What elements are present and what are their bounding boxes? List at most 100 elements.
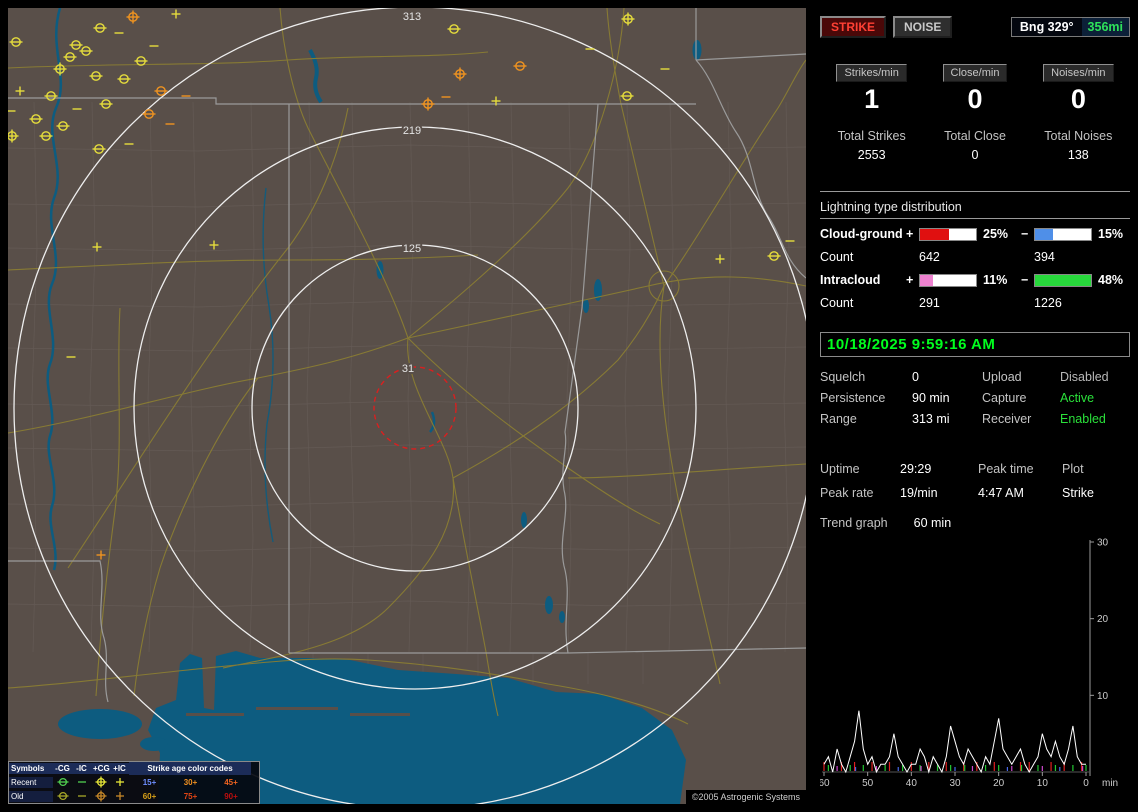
- copyright-notice: ©2005 Astrogenic Systems: [686, 790, 806, 804]
- ic-neg-bar-fill: [1035, 275, 1091, 286]
- stat-enabled: Enabled: [1060, 412, 1130, 426]
- stat-persistence: Persistence: [820, 391, 912, 405]
- range-ring-label: 219: [403, 125, 421, 137]
- stat-0: 0: [912, 370, 982, 384]
- datetime-display: 10/18/2025 9:59:16 AM: [820, 332, 1130, 357]
- total-strikes-value: 2553: [820, 148, 923, 162]
- stat-active: Active: [1060, 391, 1130, 405]
- session-stats-table: Uptime29:29Peak timePlotPeak rate19/min4…: [820, 462, 1130, 500]
- legend-col-neg-cg: -CG: [53, 763, 72, 774]
- ic-pos-count: 291: [919, 296, 979, 310]
- separator: [820, 191, 1130, 192]
- trend-graph: 3020106050403020100min: [820, 536, 1136, 788]
- rate-values-row: 1 0 0: [820, 84, 1130, 115]
- total-strikes-label: Total Strikes: [820, 129, 923, 143]
- stat-4-47-am: 4:47 AM: [978, 486, 1062, 500]
- strikes-per-min-button[interactable]: Strikes/min: [836, 64, 906, 82]
- trend-x-tick: 40: [906, 778, 918, 788]
- close-per-min-button[interactable]: Close/min: [943, 64, 1008, 82]
- legend-symbols-header: Symbols: [9, 763, 53, 774]
- trend-window-value: 60 min: [914, 516, 952, 530]
- mode-toolbar: STRIKE NOISE Bng 329° 356mi: [820, 16, 1130, 38]
- trend-x-tick: 0: [1083, 778, 1089, 788]
- control-panel: STRIKE NOISE Bng 329° 356mi Strikes/min …: [814, 8, 1130, 804]
- stat-plot: Plot: [1062, 462, 1130, 476]
- legend-symbol-cgp-icon: [91, 789, 110, 803]
- cg-neg-bar-fill: [1035, 229, 1053, 240]
- distribution-table: Cloud-ground + 25% − 15% Count 642 394 I…: [820, 227, 1130, 310]
- trend-y-tick: 30: [1097, 538, 1109, 549]
- legend-age-75plus: 75+: [170, 791, 211, 802]
- legend-age-90plus: 90+: [211, 791, 251, 802]
- cg-neg-pct: 15%: [1094, 227, 1130, 241]
- cloud-ground-label: Cloud-ground: [820, 227, 906, 241]
- stat-capture: Capture: [982, 391, 1060, 405]
- trend-y-tick: 10: [1097, 691, 1109, 702]
- intracloud-label: Intracloud: [820, 273, 906, 287]
- stat-19-min: 19/min: [900, 486, 978, 500]
- range-value: 356mi: [1082, 18, 1129, 36]
- map-panel: 31321912531 Symbols -CG -IC +CG +IC Stri…: [8, 8, 806, 804]
- radar-map[interactable]: 31321912531: [8, 8, 806, 804]
- noise-button[interactable]: NOISE: [893, 16, 952, 38]
- legend-row-recent: Recent: [9, 777, 53, 788]
- cg-pos-bar: [919, 228, 977, 241]
- range-ring-label: 313: [403, 11, 421, 23]
- close-per-min-value: 0: [923, 84, 1026, 115]
- ic-neg-count: 1226: [1034, 296, 1094, 310]
- stat-313-mi: 313 mi: [912, 412, 982, 426]
- cg-neg-count: 394: [1034, 250, 1094, 264]
- trend-x-tick: 30: [949, 778, 961, 788]
- total-close-value: 0: [923, 148, 1026, 162]
- bearing-value: Bng 329°: [1012, 18, 1082, 36]
- cg-pos-bar-fill: [920, 229, 949, 240]
- legend-age-60plus: 60+: [129, 791, 170, 802]
- count-label: Count: [820, 250, 906, 264]
- range-ring-label: 31: [402, 363, 414, 375]
- total-close-label: Total Close: [923, 129, 1026, 143]
- plus-sign: +: [906, 227, 919, 241]
- trend-line: [824, 711, 1086, 772]
- status-table: Squelch0UploadDisabledPersistence90 minC…: [820, 370, 1130, 426]
- legend-symbol-icn-icon: [72, 775, 91, 789]
- legend-age-header: Strike age color codes: [129, 762, 251, 775]
- map-legend: Symbols -CG -IC +CG +IC Strike age color…: [8, 761, 260, 804]
- minus-sign: −: [1021, 273, 1034, 287]
- rate-labels-row: Strikes/min Close/min Noises/min: [820, 64, 1130, 82]
- legend-row-old: Old: [9, 791, 53, 802]
- bearing-range-display: Bng 329° 356mi: [1011, 17, 1130, 37]
- legend-symbol-icp-icon: [110, 789, 129, 803]
- ic-pos-pct: 11%: [979, 273, 1021, 287]
- totals-row: Total Strikes 2553 Total Close 0 Total N…: [820, 129, 1130, 162]
- noises-per-min-value: 0: [1027, 84, 1130, 115]
- ic-neg-bar: [1034, 274, 1092, 287]
- trend-x-unit: min: [1102, 778, 1118, 788]
- lightning-monitor-app: 31321912531 Symbols -CG -IC +CG +IC Stri…: [0, 0, 1138, 812]
- ic-pos-bar: [919, 274, 977, 287]
- stat-upload: Upload: [982, 370, 1060, 384]
- cg-neg-bar: [1034, 228, 1092, 241]
- total-noises-value: 138: [1027, 148, 1130, 162]
- legend-symbol-cgp-icon: [91, 775, 110, 789]
- stat-uptime: Uptime: [820, 462, 900, 476]
- legend-symbol-icp-icon: [110, 775, 129, 789]
- ic-pos-bar-fill: [920, 275, 933, 286]
- strike-button[interactable]: STRIKE: [820, 16, 886, 38]
- legend-col-pos-ic: +IC: [110, 763, 129, 774]
- legend-age-30plus: 30+: [170, 777, 211, 788]
- legend-col-pos-cg: +CG: [91, 763, 110, 774]
- plus-sign: +: [906, 273, 919, 287]
- total-noises-label: Total Noises: [1027, 129, 1130, 143]
- legend-symbol-cgn-icon: [53, 775, 72, 789]
- noises-per-min-button[interactable]: Noises/min: [1043, 64, 1113, 82]
- trend-y-tick: 20: [1097, 614, 1109, 625]
- trend-x-tick: 60: [820, 778, 830, 788]
- trend-x-tick: 20: [993, 778, 1005, 788]
- stat-29-29: 29:29: [900, 462, 978, 476]
- distribution-title: Lightning type distribution: [820, 200, 1130, 219]
- legend-symbol-icn-icon: [72, 789, 91, 803]
- trend-x-tick: 10: [1037, 778, 1049, 788]
- trend-header: Trend graph 60 min: [820, 516, 1130, 530]
- stat-peak-rate: Peak rate: [820, 486, 900, 500]
- stat-strike: Strike: [1062, 486, 1130, 500]
